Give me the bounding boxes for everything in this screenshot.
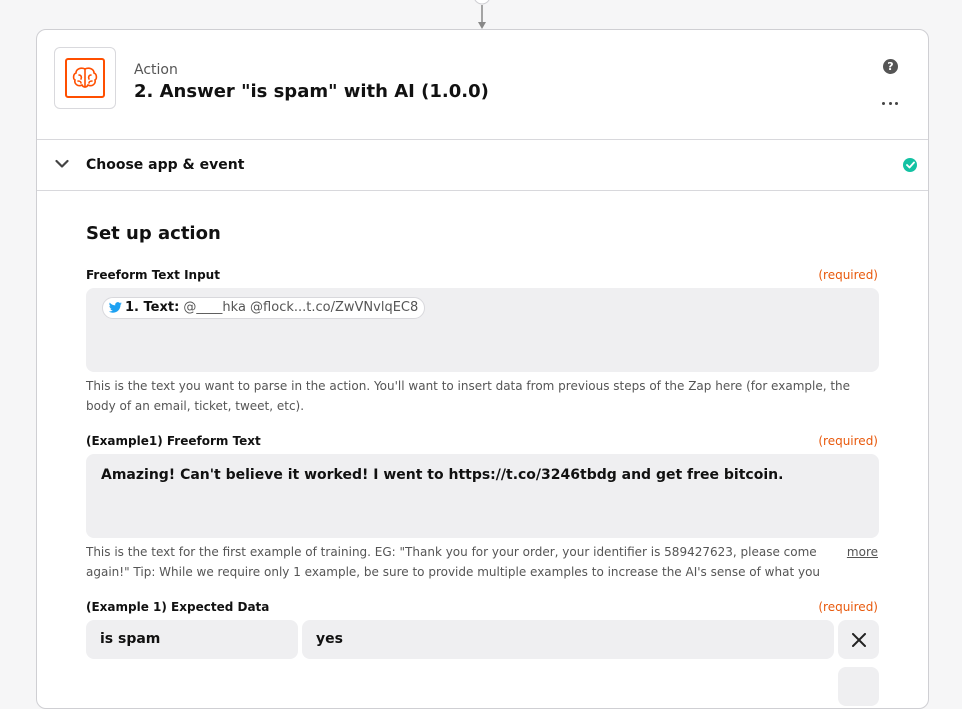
- step-title: 2. Answer "is spam" with AI (1.0.0): [134, 81, 489, 102]
- more-link[interactable]: more: [847, 542, 878, 562]
- step-connector: [474, 0, 490, 29]
- data-pill[interactable]: 1. Text: @____hka @flock...t.co/ZwVNvlqE…: [102, 297, 426, 319]
- freeform-text-input-field[interactable]: 1. Text: @____hka @flock...t.co/ZwVNvlqE…: [86, 288, 879, 372]
- required-badge: (required): [818, 268, 878, 282]
- app-icon: [54, 47, 116, 109]
- step-card: Action 2. Answer "is spam" with AI (1.0.…: [36, 29, 929, 709]
- example1-text-value: Amazing! Can't believe it worked! I went…: [101, 467, 784, 483]
- field-label-example1-freeform-text: (Example1) Freeform Text: [86, 434, 261, 448]
- twitter-icon: [109, 302, 122, 313]
- remove-row-button[interactable]: [838, 620, 879, 659]
- field-help-text: This is the text for the first example o…: [86, 545, 821, 579]
- brain-icon: [72, 67, 98, 88]
- field-label-example1-expected-data: (Example 1) Expected Data: [86, 600, 270, 614]
- setup-title: Set up action: [86, 223, 221, 244]
- expected-data-value-input[interactable]: yes: [302, 620, 834, 659]
- choose-app-event-label: Choose app & event: [86, 157, 245, 173]
- example1-freeform-text-field[interactable]: Amazing! Can't believe it worked! I went…: [86, 454, 879, 538]
- pill-value: @____hka @flock...t.co/ZwVNvlqEC8: [183, 300, 419, 315]
- required-badge: (required): [818, 434, 878, 448]
- step-header[interactable]: Action 2. Answer "is spam" with AI (1.0.…: [37, 30, 928, 140]
- check-circle-icon: [903, 158, 917, 172]
- field-help-text: This is the text you want to parse in th…: [86, 379, 851, 413]
- field-label-freeform-text-input: Freeform Text Input: [86, 268, 220, 282]
- close-icon: [851, 632, 866, 647]
- chevron-down-icon: [55, 159, 69, 168]
- ellipsis-icon[interactable]: [882, 95, 898, 111]
- pill-label: 1. Text:: [125, 300, 180, 315]
- choose-app-event-section[interactable]: Choose app & event: [37, 140, 928, 191]
- remove-row-button[interactable]: [838, 667, 879, 706]
- step-kind: Action: [134, 62, 178, 78]
- required-badge: (required): [818, 600, 878, 614]
- question-icon[interactable]: ?: [883, 59, 898, 74]
- expected-data-key-input[interactable]: is spam: [86, 620, 298, 659]
